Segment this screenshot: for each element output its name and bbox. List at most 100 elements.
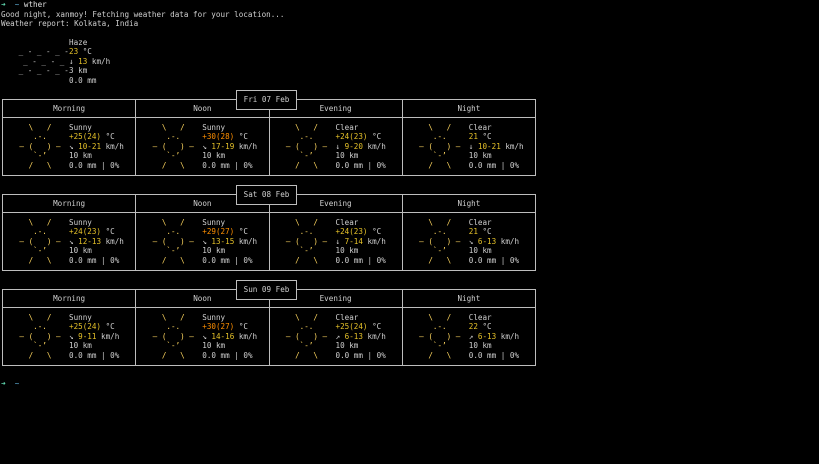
command-text: wther [23,0,47,9]
forecast-cell: \ / .-. ― ( ) ― `-’ / \ Sunny +25(24) °C ↘ 9-11… [3,308,137,365]
haze-icon: _ - _ - _ - _ - _ - _ _ - _ - _ - [14,47,69,76]
temperature: +25(24) °C [69,132,115,142]
wind: ↘ 6-13 km/h [468,236,520,246]
sun-icon: \ / .-. ― ( ) ― `-’ / \ [285,123,328,170]
wind: ↓ 7-14 km/h [335,236,386,246]
precipitation: 0.0 mm | 0% [335,350,386,360]
day-forecast-table: Morning Noon Evening Night \ / .-. ― ( ) ― `-’ /… [2,289,536,366]
forecast-cell: \ / .-. ― ( ) ― `-’ / \ Clear 21 °C ↘ 6-13 km/h… [403,213,535,270]
period-label: Morning [3,195,137,212]
condition-text: Sunny [202,123,226,132]
visibility: 10 km [69,151,92,161]
sun-icon: \ / .-. ― ( ) ― `-’ / \ [152,313,194,360]
temperature: 21 °C [468,227,492,237]
forecast-details: Clear +24(23) °C ↓ 7-14 km/h 10 km 0.0 mm | … [336,218,386,265]
precipitation: 0.0 mm | 0% [202,160,253,170]
forecast-details: Clear +24(23) °C ↓ 9-20 km/h 10 km 0.0 mm | … [336,123,386,170]
period-label: Night [457,104,481,113]
condition-text: Sunny [202,218,226,227]
visibility: 10 km [335,151,359,161]
forecast-cell: \ / .-. ― ( ) ― `-’ / \ Clear +24(23) °C ↓ 9-20… [270,118,403,175]
condition-text: Sunny [69,123,92,132]
temperature: +25(24) °C [69,322,115,332]
temperature: +25(24) °C [335,322,382,332]
current-wind: ↓ 13 km/h [69,56,111,66]
command-line: ➜ ~ wther [1,0,47,10]
visibility: 10 km [335,341,359,351]
current-condition: Haze [69,38,88,47]
day-date-header: Sat 08 Feb [236,185,297,205]
visibility: 10 km [202,341,226,351]
temperature: +24(23) °C [69,227,115,237]
day-forecast-table: Morning Noon Evening Night \ / .-. ― ( ) ― `-’ /… [2,194,536,271]
forecast-details: Clear 21 °C ↓ 10-21 km/h 10 km 0.0 mm | 0% [469,123,524,170]
forecast-details: Sunny +25(24) °C ↘ 10-21 km/h 10 km 0.0 mm |… [69,123,124,170]
forecast-details: Clear 21 °C ↘ 6-13 km/h 10 km 0.0 mm | 0% [469,218,519,265]
sun-icon: \ / .-. ― ( ) ― `-’ / \ [285,313,328,360]
sun-icon: \ / .-. ― ( ) ― `-’ / \ [152,123,194,170]
forecast-cell: \ / .-. ― ( ) ― `-’ / \ Clear +25(24) °C ↗ 6-13… [270,308,403,365]
condition-text: Clear [468,218,492,227]
temperature: +30(27) °C [202,322,248,332]
condition-text: Sunny [69,218,92,227]
temperature: 21 °C [468,132,492,142]
day-date-header: Sun 09 Feb [236,280,297,300]
prompt-arrow-icon: ➜ [1,0,6,9]
precipitation: 0.0 mm | 0% [202,350,253,360]
temperature: +24(23) °C [335,132,382,142]
wind: ↘ 9-11 km/h [69,331,120,341]
wind: ↗ 6-13 km/h [335,331,386,341]
visibility: 10 km [69,246,92,256]
wind: ↘ 14-16 km/h [202,331,258,341]
precipitation: 0.0 mm | 0% [468,160,520,170]
forecast-details: Sunny +30(27) °C ↘ 14-16 km/h 10 km 0.0 mm |… [202,313,257,360]
forecast-details: Clear 22 °C ↗ 6-13 km/h 10 km 0.0 mm | 0% [469,313,519,360]
wind: ↘ 17-19 km/h [202,141,258,151]
condition-text: Clear [335,313,359,322]
forecast-details: Sunny +30(28) °C ↘ 17-19 km/h 10 km 0.0 mm |… [202,123,257,170]
temperature: +30(28) °C [202,132,248,142]
wind: ↓ 9-20 km/h [335,141,386,151]
precipitation: 0.0 mm | 0% [468,255,520,265]
wind: ↘ 13-15 km/h [202,236,258,246]
forecast-details: Sunny +24(23) °C ↘ 12-13 km/h 10 km 0.0 mm |… [69,218,124,265]
visibility: 10 km [468,246,492,256]
day-date-header: Fri 07 Feb [236,90,297,110]
period-label: Morning [3,100,137,117]
sun-icon: \ / .-. ― ( ) ― `-’ / \ [19,313,61,360]
period-label: Night [457,294,481,303]
forecast-cell: \ / .-. ― ( ) ― `-’ / \ Sunny +30(28) °C ↘ 17-1… [136,118,270,175]
temperature: +29(27) °C [202,227,248,237]
forecast-cell: \ / .-. ― ( ) ― `-’ / \ Sunny +24(23) °C ↘ 12-1… [3,213,137,270]
report-title: Weather report: Kolkata, India [1,19,139,28]
visibility: 10 km [468,151,492,161]
condition-text: Clear [335,218,359,227]
forecast-cell: \ / .-. ― ( ) ― `-’ / \ Clear +24(23) °C ↓ 7-14… [270,213,403,270]
day-forecast-table: Morning Noon Evening Night \ / .-. ― ( ) ― `-’ /… [2,99,536,176]
visibility: 10 km [468,341,492,351]
precipitation: 0.0 mm | 0% [335,255,386,265]
forecast-details: Clear +25(24) °C ↗ 6-13 km/h 10 km 0.0 mm | … [336,313,386,360]
sun-icon: \ / .-. ― ( ) ― `-’ / \ [19,123,61,170]
forecast-cell: \ / .-. ― ( ) ― `-’ / \ Sunny +30(27) °C ↘ 14-1… [136,308,270,365]
precipitation: 0.0 mm | 0% [69,350,120,360]
visibility: 10 km [202,151,226,161]
visibility: 10 km [202,246,226,256]
precipitation: 0.0 mm | 0% [468,350,520,360]
period-label: Morning [3,290,137,307]
condition-text: Clear [335,123,359,132]
forecast-cell: \ / .-. ― ( ) ― `-’ / \ Sunny +29(27) °C ↘ 13-1… [136,213,270,270]
period-label: Night [457,199,481,208]
condition-text: Sunny [69,313,92,322]
current-details: Haze 23 °C ↓ 13 km/h 3 km 0.0 mm [69,38,209,85]
precipitation: 0.0 mm | 0% [202,255,253,265]
condition-text: Clear [468,123,492,132]
sun-icon: \ / .-. ― ( ) ― `-’ / \ [285,218,328,265]
sun-icon: \ / .-. ― ( ) ― `-’ / \ [152,218,194,265]
sun-icon: \ / .-. ― ( ) ― `-’ / \ [419,123,461,170]
wind: ↗ 6-13 km/h [468,331,520,341]
condition-text: Sunny [202,313,226,322]
precipitation: 0.0 mm | 0% [69,255,120,265]
forecast-details: Sunny +29(27) °C ↘ 13-15 km/h 10 km 0.0 mm |… [202,218,257,265]
forecast-cell: \ / .-. ― ( ) ― `-’ / \ Sunny +25(24) °C ↘ 10-2… [3,118,137,175]
